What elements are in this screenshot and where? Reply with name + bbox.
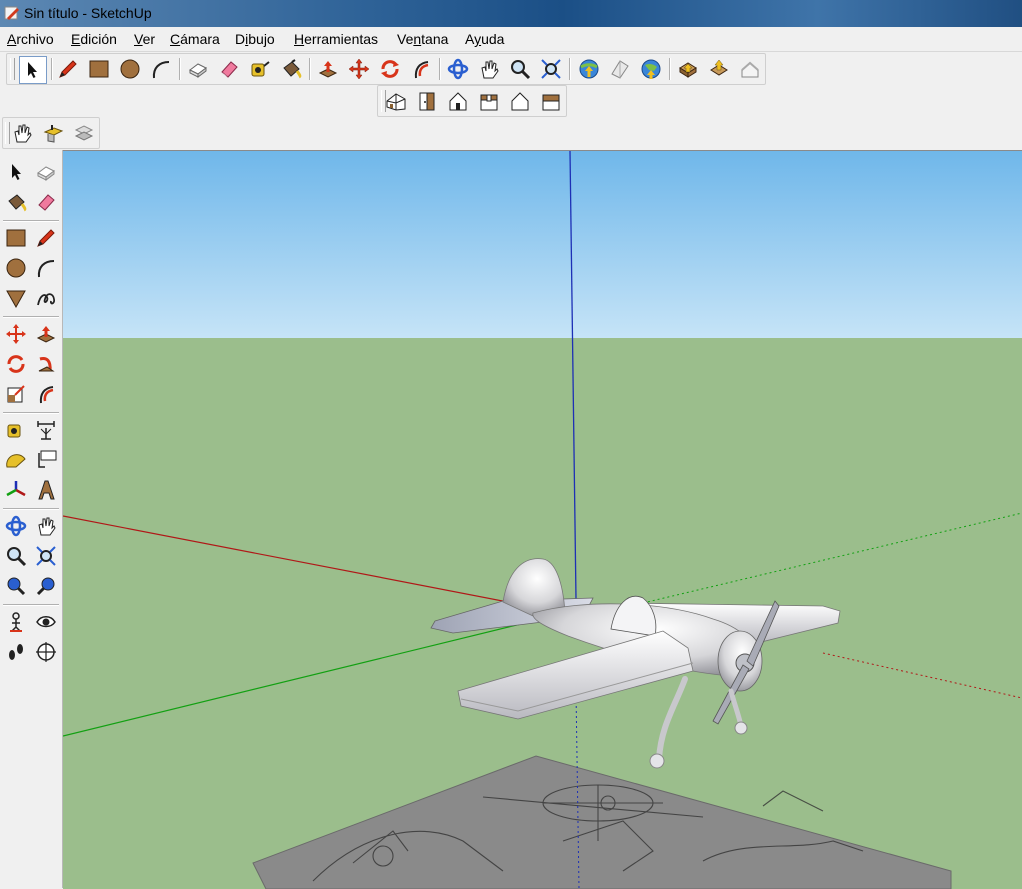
rectangle-icon[interactable] [2,224,30,252]
arc-icon[interactable] [148,56,174,82]
menu-bar: Archivo Edición Ver Cámara Dibujo Herram… [0,27,1022,52]
pencil-icon[interactable] [55,56,81,82]
large-tool-set [0,150,63,888]
position-camera-icon[interactable] [2,608,30,636]
sky [63,151,1022,339]
scale-icon[interactable] [2,380,30,408]
tape-measure-icon[interactable] [247,56,273,82]
orbit-icon[interactable] [445,56,471,82]
paint-bucket-icon[interactable] [2,188,30,216]
get-models-icon[interactable] [576,56,602,82]
pan-icon[interactable] [476,56,502,82]
zoom-icon[interactable] [2,542,30,570]
back-view-icon[interactable] [507,88,533,114]
follow-me-icon[interactable] [32,350,60,378]
menu-ayuda[interactable]: Ayuda [465,31,504,47]
rectangle-icon[interactable] [86,56,112,82]
circle-icon[interactable] [117,56,143,82]
menu-dibujo[interactable]: Dibujo [235,31,275,47]
menu-edicion[interactable]: Edición [71,31,117,47]
push-pull-icon[interactable] [32,320,60,348]
share-model-icon[interactable] [607,56,633,82]
main-toolbar [6,53,766,85]
left-view-icon[interactable] [538,88,564,114]
paint-bucket-icon[interactable] [278,56,304,82]
follow-me-icon[interactable] [408,56,434,82]
menu-herramientas[interactable]: Herramientas [294,31,378,47]
orbit-icon[interactable] [2,512,30,540]
menu-ventana[interactable]: Ventana [397,31,448,47]
right-view-icon[interactable] [476,88,502,114]
select-icon[interactable] [2,158,30,186]
place-model-icon[interactable] [737,56,763,82]
toolbar-grip[interactable] [10,58,15,80]
smoove-icon[interactable] [9,120,35,146]
front-view-icon[interactable] [445,88,471,114]
zoom-extents-icon[interactable] [32,542,60,570]
google-earth-icon[interactable] [638,56,664,82]
zoom-extents-icon[interactable] [538,56,564,82]
section-plane-icon[interactable] [32,638,60,666]
polygon-icon[interactable] [2,284,30,312]
move-icon[interactable] [2,320,30,348]
circle-icon[interactable] [2,254,30,282]
protractor-icon[interactable] [2,446,30,474]
rotate-icon[interactable] [377,56,403,82]
sandbox-toolbar [2,117,100,149]
previous-view-icon[interactable] [2,572,30,600]
move-icon[interactable] [346,56,372,82]
pencil-icon[interactable] [32,224,60,252]
freehand-icon[interactable] [32,284,60,312]
iso-view-icon[interactable] [383,88,409,114]
eraser-icon[interactable] [32,188,60,216]
make-component-icon[interactable] [185,56,211,82]
views-toolbar [377,85,567,117]
title-bar: Sin título - SketchUp [0,0,1022,27]
pan-icon[interactable] [32,512,60,540]
walk-icon[interactable] [2,638,30,666]
scene-canvas [63,151,1022,889]
look-around-icon[interactable] [32,608,60,636]
stamp-icon[interactable] [40,120,66,146]
eraser-icon[interactable] [216,56,242,82]
select-tool-icon[interactable] [19,56,47,84]
arc-icon[interactable] [32,254,60,282]
3d-text-icon[interactable] [32,476,60,504]
make-component-icon[interactable] [32,158,60,186]
axes-icon[interactable] [2,476,30,504]
push-pull-icon[interactable] [315,56,341,82]
rotate-icon[interactable] [2,350,30,378]
get-current-view-icon[interactable] [675,56,701,82]
sketchup-app-icon [4,6,19,20]
toggle-terrain-icon[interactable] [706,56,732,82]
tape-measure-icon[interactable] [2,416,30,444]
menu-camara[interactable]: Cámara [170,31,220,47]
dimension-icon[interactable] [32,416,60,444]
menu-ver[interactable]: Ver [134,31,155,47]
offset-icon[interactable] [32,380,60,408]
text-icon[interactable] [32,446,60,474]
model-viewport[interactable] [63,150,1022,889]
next-view-icon[interactable] [32,572,60,600]
window-title: Sin título - SketchUp [24,5,152,21]
menu-archivo[interactable]: Archivo [7,31,54,47]
zoom-icon[interactable] [507,56,533,82]
drape-icon[interactable] [71,120,97,146]
top-view-icon[interactable] [414,88,440,114]
